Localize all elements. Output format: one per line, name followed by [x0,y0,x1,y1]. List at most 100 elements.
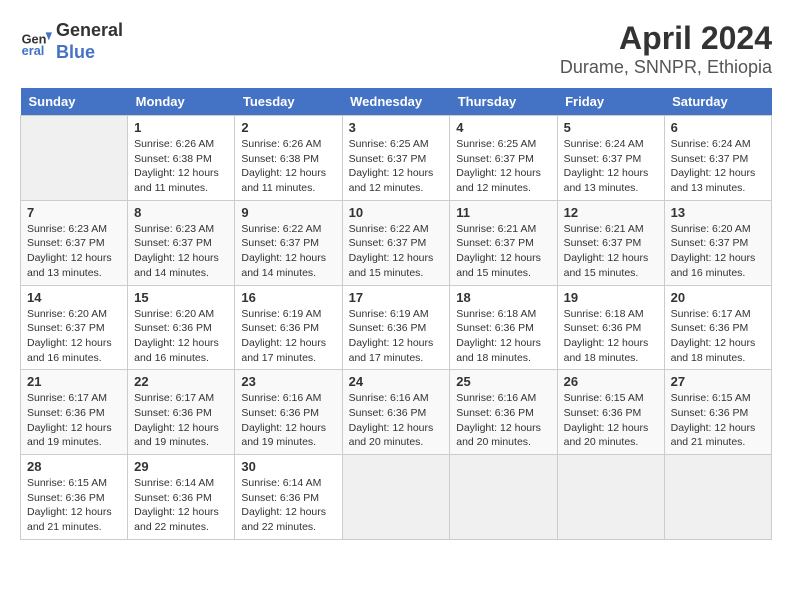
calendar-day-header: Sunday [21,88,128,116]
calendar-week-row: 21 Sunrise: 6:17 AM Sunset: 6:36 PM Dayli… [21,370,772,455]
day-number: 20 [671,290,765,305]
calendar-cell: 22 Sunrise: 6:17 AM Sunset: 6:36 PM Dayli… [128,370,235,455]
day-info: Sunrise: 6:16 AM Sunset: 6:36 PM Dayligh… [241,391,335,450]
logo-text: General Blue [56,20,123,63]
calendar-week-row: 7Sunrise: 6:23 AM Sunset: 6:37 PM Daylig… [21,200,772,285]
calendar-title: April 2024 [560,20,772,57]
day-number: 1 [134,120,228,135]
day-number: 24 [349,374,444,389]
calendar-cell [21,116,128,201]
calendar-week-row: 28 Sunrise: 6:15 AM Sunset: 6:36 PM Dayli… [21,455,772,540]
day-info: Sunrise: 6:20 AM Sunset: 6:37 PM Dayligh… [27,307,121,366]
calendar-cell: 17 Sunrise: 6:19 AM Sunset: 6:36 PM Dayli… [342,285,450,370]
calendar-cell: 28 Sunrise: 6:15 AM Sunset: 6:36 PM Dayli… [21,455,128,540]
day-number: 3 [349,120,444,135]
day-info: Sunrise: 6:17 AM Sunset: 6:36 PM Dayligh… [671,307,765,366]
calendar-day-header: Wednesday [342,88,450,116]
calendar-cell: 2Sunrise: 6:26 AM Sunset: 6:38 PM Daylig… [235,116,342,201]
calendar-cell: 15 Sunrise: 6:20 AM Sunset: 6:36 PM Dayli… [128,285,235,370]
calendar-cell: 19 Sunrise: 6:18 AM Sunset: 6:36 PM Dayli… [557,285,664,370]
day-number: 17 [349,290,444,305]
calendar-cell [664,455,771,540]
day-info: Sunrise: 6:23 AM Sunset: 6:37 PM Dayligh… [27,222,121,281]
day-number: 15 [134,290,228,305]
logo-line2: Blue [56,42,123,64]
calendar-cell: 23 Sunrise: 6:16 AM Sunset: 6:36 PM Dayli… [235,370,342,455]
day-number: 11 [456,205,550,220]
calendar-cell: 10 Sunrise: 6:22 AM Sunset: 6:37 PM Dayli… [342,200,450,285]
calendar-cell: 6Sunrise: 6:24 AM Sunset: 6:37 PM Daylig… [664,116,771,201]
day-number: 22 [134,374,228,389]
calendar-day-header: Saturday [664,88,771,116]
day-number: 25 [456,374,550,389]
day-info: Sunrise: 6:26 AM Sunset: 6:38 PM Dayligh… [241,137,335,196]
day-info: Sunrise: 6:14 AM Sunset: 6:36 PM Dayligh… [241,476,335,535]
calendar-cell: 30Sunrise: 6:14 AM Sunset: 6:36 PM Dayli… [235,455,342,540]
day-info: Sunrise: 6:15 AM Sunset: 6:36 PM Dayligh… [671,391,765,450]
day-info: Sunrise: 6:25 AM Sunset: 6:37 PM Dayligh… [349,137,444,196]
title-block: April 2024 Durame, SNNPR, Ethiopia [560,20,772,78]
day-info: Sunrise: 6:26 AM Sunset: 6:38 PM Dayligh… [134,137,228,196]
day-info: Sunrise: 6:19 AM Sunset: 6:36 PM Dayligh… [349,307,444,366]
day-number: 28 [27,459,121,474]
day-info: Sunrise: 6:17 AM Sunset: 6:36 PM Dayligh… [134,391,228,450]
logo-line1: General [56,20,123,42]
day-info: Sunrise: 6:18 AM Sunset: 6:36 PM Dayligh… [456,307,550,366]
calendar-cell: 12 Sunrise: 6:21 AM Sunset: 6:37 PM Dayli… [557,200,664,285]
day-info: Sunrise: 6:15 AM Sunset: 6:36 PM Dayligh… [27,476,121,535]
calendar-cell [557,455,664,540]
calendar-cell: 26Sunrise: 6:15 AM Sunset: 6:36 PM Dayli… [557,370,664,455]
day-info: Sunrise: 6:22 AM Sunset: 6:37 PM Dayligh… [349,222,444,281]
calendar-cell [342,455,450,540]
calendar-cell [450,455,557,540]
day-info: Sunrise: 6:18 AM Sunset: 6:36 PM Dayligh… [564,307,658,366]
day-number: 19 [564,290,658,305]
day-number: 12 [564,205,658,220]
day-info: Sunrise: 6:20 AM Sunset: 6:37 PM Dayligh… [671,222,765,281]
logo-icon: Gen eral [20,26,52,58]
calendar-cell: 9Sunrise: 6:22 AM Sunset: 6:37 PM Daylig… [235,200,342,285]
day-info: Sunrise: 6:16 AM Sunset: 6:36 PM Dayligh… [456,391,550,450]
calendar-subtitle: Durame, SNNPR, Ethiopia [560,57,772,78]
calendar-day-header: Thursday [450,88,557,116]
calendar-cell: 25 Sunrise: 6:16 AM Sunset: 6:36 PM Dayli… [450,370,557,455]
calendar-cell: 18 Sunrise: 6:18 AM Sunset: 6:36 PM Dayli… [450,285,557,370]
day-number: 29 [134,459,228,474]
calendar-cell: 4Sunrise: 6:25 AM Sunset: 6:37 PM Daylig… [450,116,557,201]
calendar-cell: 3 Sunrise: 6:25 AM Sunset: 6:37 PM Daylig… [342,116,450,201]
calendar-cell: 8Sunrise: 6:23 AM Sunset: 6:37 PM Daylig… [128,200,235,285]
calendar-table: SundayMondayTuesdayWednesdayThursdayFrid… [20,88,772,540]
calendar-cell: 1 Sunrise: 6:26 AM Sunset: 6:38 PM Daylig… [128,116,235,201]
day-number: 21 [27,374,121,389]
page-header: Gen eral General Blue April 2024 Durame,… [20,20,772,78]
day-number: 18 [456,290,550,305]
calendar-cell: 21Sunrise: 6:17 AM Sunset: 6:36 PM Dayli… [21,370,128,455]
logo: Gen eral General Blue [20,20,123,63]
day-info: Sunrise: 6:23 AM Sunset: 6:37 PM Dayligh… [134,222,228,281]
calendar-body: 1 Sunrise: 6:26 AM Sunset: 6:38 PM Daylig… [21,116,772,540]
day-info: Sunrise: 6:22 AM Sunset: 6:37 PM Dayligh… [241,222,335,281]
calendar-cell: 27Sunrise: 6:15 AM Sunset: 6:36 PM Dayli… [664,370,771,455]
calendar-day-header: Monday [128,88,235,116]
day-number: 10 [349,205,444,220]
day-info: Sunrise: 6:14 AM Sunset: 6:36 PM Dayligh… [134,476,228,535]
calendar-cell: 16 Sunrise: 6:19 AM Sunset: 6:36 PM Dayli… [235,285,342,370]
calendar-day-header: Tuesday [235,88,342,116]
calendar-day-header: Friday [557,88,664,116]
calendar-cell: 11Sunrise: 6:21 AM Sunset: 6:37 PM Dayli… [450,200,557,285]
day-info: Sunrise: 6:21 AM Sunset: 6:37 PM Dayligh… [564,222,658,281]
day-number: 16 [241,290,335,305]
calendar-cell: 20 Sunrise: 6:17 AM Sunset: 6:36 PM Dayli… [664,285,771,370]
day-info: Sunrise: 6:15 AM Sunset: 6:36 PM Dayligh… [564,391,658,450]
calendar-cell: 7Sunrise: 6:23 AM Sunset: 6:37 PM Daylig… [21,200,128,285]
day-number: 6 [671,120,765,135]
calendar-header-row: SundayMondayTuesdayWednesdayThursdayFrid… [21,88,772,116]
day-info: Sunrise: 6:19 AM Sunset: 6:36 PM Dayligh… [241,307,335,366]
day-number: 5 [564,120,658,135]
calendar-cell: 24Sunrise: 6:16 AM Sunset: 6:36 PM Dayli… [342,370,450,455]
calendar-cell: 13Sunrise: 6:20 AM Sunset: 6:37 PM Dayli… [664,200,771,285]
day-number: 23 [241,374,335,389]
day-info: Sunrise: 6:25 AM Sunset: 6:37 PM Dayligh… [456,137,550,196]
day-info: Sunrise: 6:20 AM Sunset: 6:36 PM Dayligh… [134,307,228,366]
day-info: Sunrise: 6:24 AM Sunset: 6:37 PM Dayligh… [564,137,658,196]
